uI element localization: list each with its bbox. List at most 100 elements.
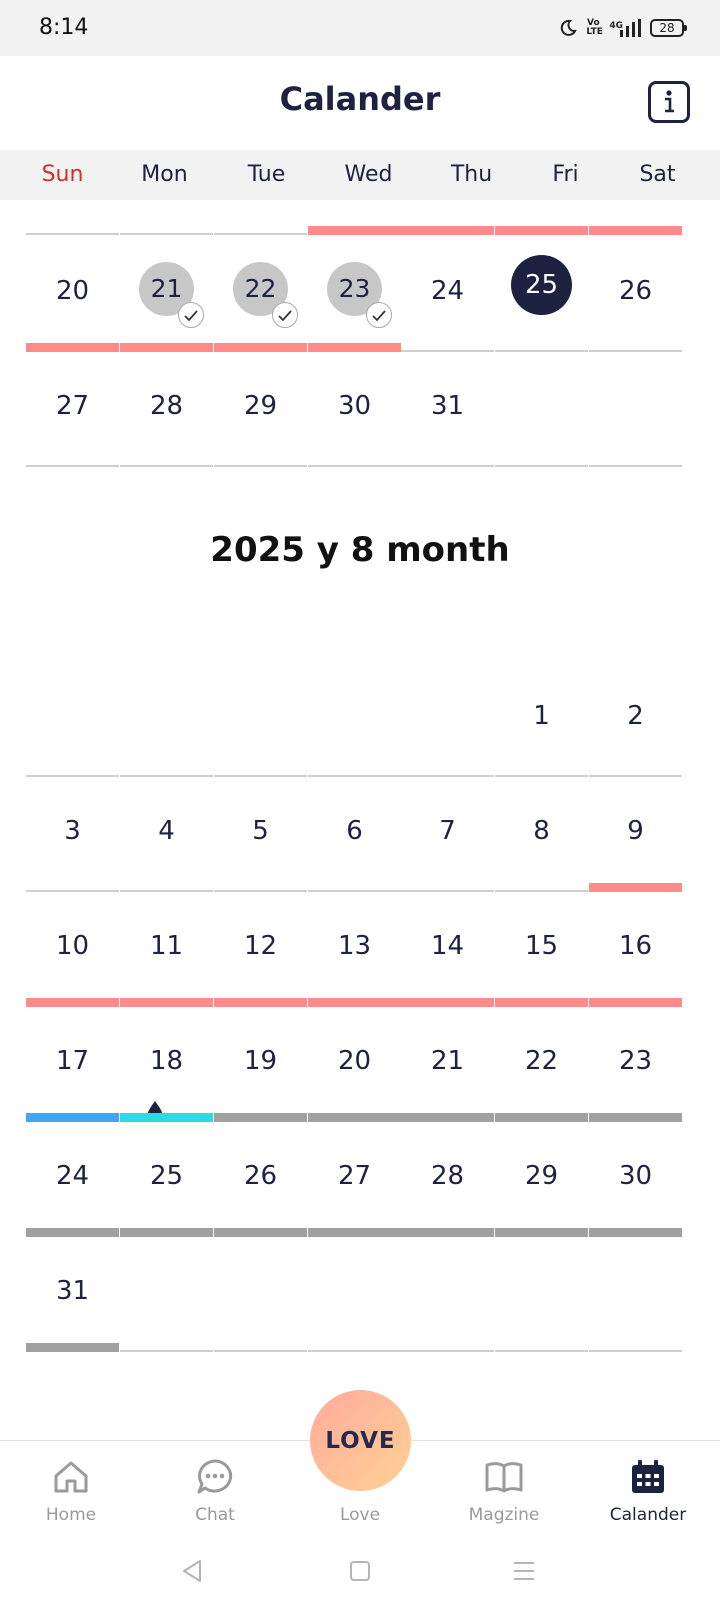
calendar-day[interactable]: 12 [213, 890, 308, 1007]
calendar-day[interactable]: 3 [25, 775, 120, 892]
day-number: 26 [618, 276, 653, 306]
day-bar [26, 465, 119, 467]
day-number: 30 [618, 1161, 653, 1191]
calendar-empty [307, 660, 402, 777]
check-icon [366, 302, 392, 328]
signal-icon: 4G [609, 19, 641, 37]
calendar-day[interactable]: 24 [25, 1120, 120, 1237]
calendar-day[interactable]: 21 [400, 1005, 495, 1122]
calendar-day[interactable]: 10 [25, 890, 120, 1007]
info-button[interactable] [648, 81, 690, 123]
calendar-day[interactable]: 9 [588, 775, 683, 892]
calendar-empty [119, 660, 214, 777]
nav-magazine[interactable]: Magzine [444, 1441, 564, 1541]
calendar-day[interactable]: 30 [307, 350, 402, 467]
day-number: 5 [252, 816, 269, 846]
calendar-day[interactable]: 29 [213, 350, 308, 467]
calendar-day[interactable]: 28 [119, 350, 214, 467]
chat-icon [197, 1459, 233, 1494]
calendar-day[interactable]: 1 [494, 660, 589, 777]
nav-love-label: Love [339, 1505, 381, 1525]
weekday-thu: Thu [450, 162, 493, 187]
calendar-day[interactable]: 27 [25, 350, 120, 467]
calendar-day[interactable]: 6 [307, 775, 402, 892]
nav-chat[interactable]: Chat [155, 1441, 275, 1541]
calendar-day[interactable]: 31 [400, 350, 495, 467]
calendar-day[interactable]: 13 [307, 890, 402, 1007]
calendar-day[interactable]: 25 [119, 1120, 214, 1237]
day-number: 9 [627, 816, 644, 846]
day-number: 26 [243, 1161, 278, 1191]
calendar-day[interactable]: 31 [25, 1235, 120, 1352]
calendar-day[interactable]: 30 [588, 1120, 683, 1237]
calendar-empty [25, 660, 120, 777]
calendar-day[interactable] [588, 200, 683, 235]
weekday-fri: Fri [552, 162, 579, 187]
calendar-day[interactable]: 2 [588, 660, 683, 777]
period-bar [308, 226, 401, 235]
calendar-day[interactable]: 28 [400, 1120, 495, 1237]
day-number: 6 [346, 816, 363, 846]
calendar-day[interactable]: 16 [588, 890, 683, 1007]
calendar-day-logged[interactable]: 21 [119, 235, 214, 352]
calendar-day[interactable]: 14 [400, 890, 495, 1007]
calendar-day[interactable]: 5 [213, 775, 308, 892]
system-nav-bar [0, 1540, 720, 1600]
calendar-day[interactable] [119, 200, 214, 235]
info-icon [665, 90, 674, 113]
love-button[interactable]: LOVE [310, 1390, 411, 1491]
calendar-day[interactable]: 15 [494, 890, 589, 1007]
calendar-day[interactable]: 27 [307, 1120, 402, 1237]
calendar-day[interactable]: 19 [213, 1005, 308, 1122]
calendar-day[interactable]: 8 [494, 775, 589, 892]
calendar-day[interactable]: 4 [119, 775, 214, 892]
day-number: 3 [64, 816, 81, 846]
day-number: 31 [430, 391, 465, 421]
period-bar [495, 226, 588, 235]
calendar-day-today[interactable]: 25 [494, 235, 589, 352]
day-number: 20 [55, 276, 90, 306]
calendar-day[interactable]: 23 [588, 1005, 683, 1122]
day-bar [495, 465, 588, 467]
calendar-day[interactable]: 20 [307, 1005, 402, 1122]
calendar-empty [588, 1235, 683, 1352]
calendar-day[interactable] [494, 200, 589, 235]
calendar-day[interactable]: 24 [400, 235, 495, 352]
calendar-day[interactable]: 26 [588, 235, 683, 352]
day-number: 28 [149, 391, 184, 421]
calendar-day[interactable] [25, 200, 120, 235]
calendar-day[interactable]: 7 [400, 775, 495, 892]
calendar-scroll[interactable]: 20 21 22 23 24 25 26 27 28 29 30 31 2025… [0, 200, 720, 1440]
calendar-empty [494, 350, 589, 467]
calendar-day[interactable] [307, 200, 402, 235]
nav-calendar[interactable]: Calander [588, 1441, 708, 1541]
nav-chat-label: Chat [195, 1505, 235, 1525]
calendar-day[interactable]: 17 [25, 1005, 120, 1122]
day-bar [214, 465, 307, 467]
menu-icon[interactable] [513, 1560, 535, 1582]
calendar-day[interactable] [400, 200, 495, 235]
back-icon[interactable] [180, 1558, 204, 1584]
day-number: 29 [524, 1161, 559, 1191]
calendar-day[interactable] [213, 200, 308, 235]
calendar-day[interactable]: 26 [213, 1120, 308, 1237]
day-number: 11 [149, 931, 184, 961]
battery-level: 28 [659, 21, 675, 35]
home-square-icon[interactable] [349, 1560, 371, 1582]
calendar-day[interactable]: 18 [119, 1005, 214, 1122]
calendar-day[interactable]: 20 [25, 235, 120, 352]
calendar-day[interactable]: 11 [119, 890, 214, 1007]
calendar-day[interactable]: 22 [494, 1005, 589, 1122]
calendar-day-logged[interactable]: 22 [213, 235, 308, 352]
day-number: 17 [55, 1046, 90, 1076]
predicted-bar [26, 1343, 119, 1352]
period-bar [401, 226, 494, 235]
calendar-day[interactable]: 29 [494, 1120, 589, 1237]
calendar-day-logged[interactable]: 23 [307, 235, 402, 352]
day-number: 21 [430, 1046, 465, 1076]
nav-home[interactable]: Home [11, 1441, 131, 1541]
home-icon [54, 1461, 88, 1493]
day-number: 27 [55, 391, 90, 421]
moon-icon [561, 19, 578, 36]
weekday-tue: Tue [247, 162, 286, 187]
